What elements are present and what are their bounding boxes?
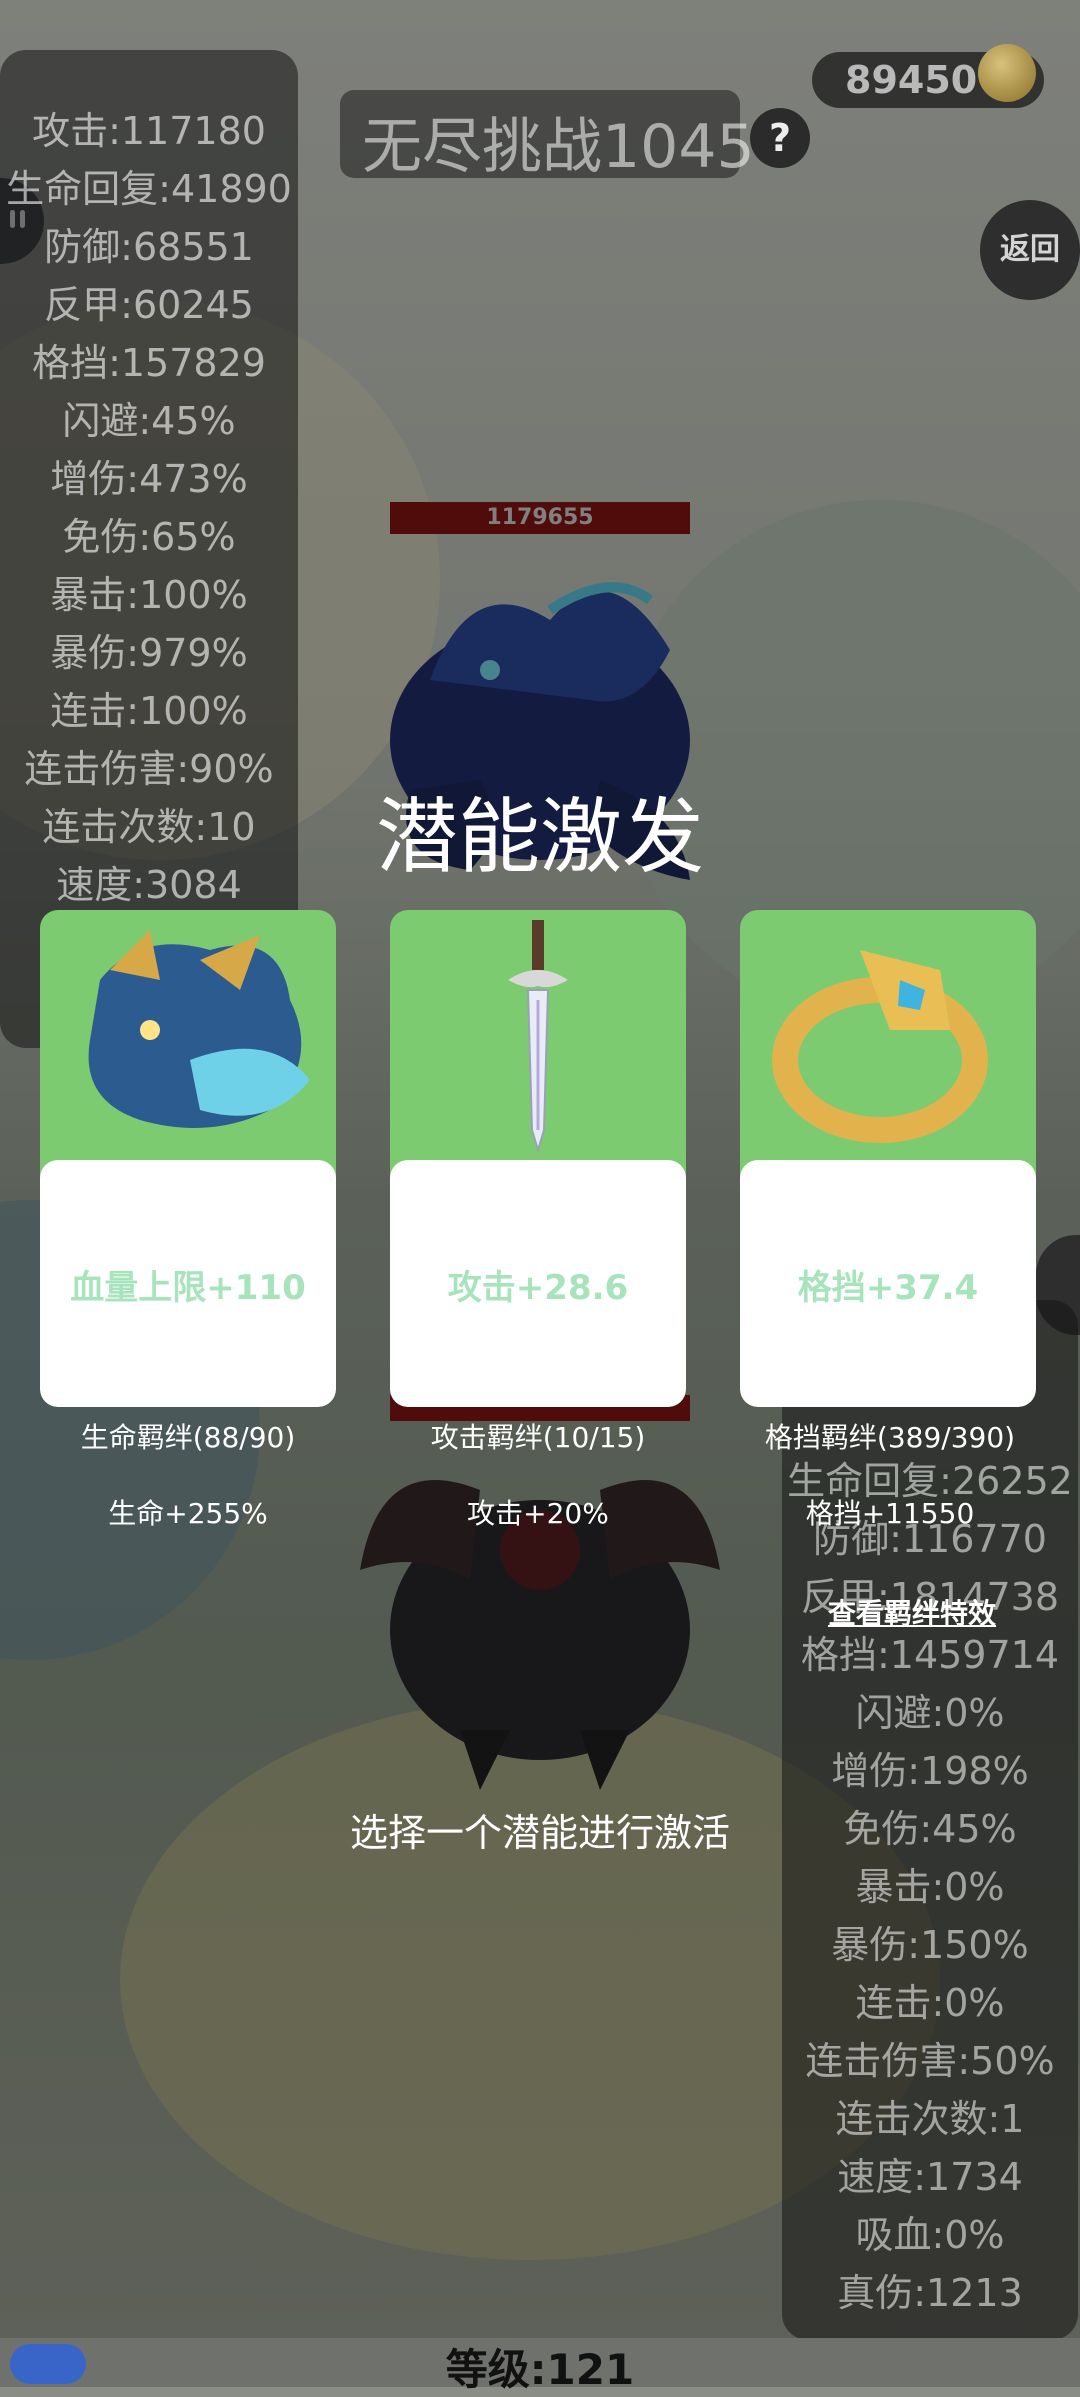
potential-card-2[interactable]: 攻击+28.6 [390,910,686,1407]
back-button[interactable]: 返回 [980,200,1080,300]
potential-effect: 格挡+37.4 [797,1268,979,1308]
overlay-title: 潜能激发 [375,790,704,885]
coin-icon [978,44,1036,102]
enemy-stat: 连击次数:1 [835,2097,1025,2141]
enemy-stat: 格挡:1459714 [800,1633,1060,1677]
select-potential-hint: 选择一个潜能进行激活 [349,1811,730,1855]
enemy-stat: 真伤:1213 [837,2271,1023,2315]
bond-name-3: 格挡羁绊(389/390) [764,1421,1016,1454]
potential-card-3-body: 格挡+37.4 [740,1160,1036,1407]
player-stat: 格挡:157829 [32,341,266,385]
player-stat: 生命回复:41890 [6,167,292,211]
view-bond-effects-link[interactable]: 查看羁绊特效 [828,1592,996,1632]
enemy-stat: 连击:0% [855,1981,1005,2025]
bond-name-1: 生命羁绊(88/90) [80,1421,296,1454]
bond-bonus-2: 攻击+20% [467,1497,609,1530]
potential-card-2-body: 攻击+28.6 [390,1160,686,1407]
bond-bonus-3: 格挡+11550 [805,1497,975,1530]
player-stat: 反甲:60245 [44,283,254,327]
enemy-stat: 增伤:198% [831,1749,1029,1793]
bond-bonus-1: 生命+255% [108,1497,268,1530]
player-stat: 攻击:117180 [32,109,266,153]
player-stat: 暴伤:979% [50,631,248,675]
player-stat: 免伤:65% [62,515,236,559]
player-level: 等级:121 [445,2345,635,2394]
enemy-stat: 暴伤:150% [831,1923,1029,1967]
dragon-beast-icon [88,930,310,1128]
enemy-stat: 速度:1734 [837,2155,1023,2199]
coin-amount: 89450 [845,58,978,102]
potential-card-1[interactable]: 血量上限+110 [40,910,336,1407]
player-stat: 暴击:100% [50,573,248,617]
enemy-stat: 连击伤害:50% [805,2039,1055,2083]
help-button[interactable]: ? [750,108,810,168]
player-stat: 增伤:473% [50,457,248,501]
sword-icon [508,920,568,1154]
player-stat: 连击:100% [50,689,248,733]
player-stats-panel: 攻击:117180 生命回复:41890 防御:68551 反甲:60245 格… [0,50,298,1048]
potential-card-3[interactable]: 格挡+37.4 [740,910,1036,1407]
potential-effect: 攻击+28.6 [447,1268,629,1308]
bond-name-2: 攻击羁绊(10/15) [430,1421,646,1454]
stage-title: 无尽挑战1045 [362,112,755,182]
enemy-stat: 闪避:0% [855,1691,1005,1735]
player-stat: 闪避:45% [62,399,236,443]
potential-card-1-body: 血量上限+110 [40,1160,336,1407]
enemy-stat: 吸血:0% [855,2213,1005,2257]
ring-icon [772,950,988,1143]
potential-effect: 血量上限+110 [70,1268,306,1308]
enemy-stat: 暴击:0% [855,1865,1005,1909]
player-stat: 防御:68551 [44,225,254,269]
